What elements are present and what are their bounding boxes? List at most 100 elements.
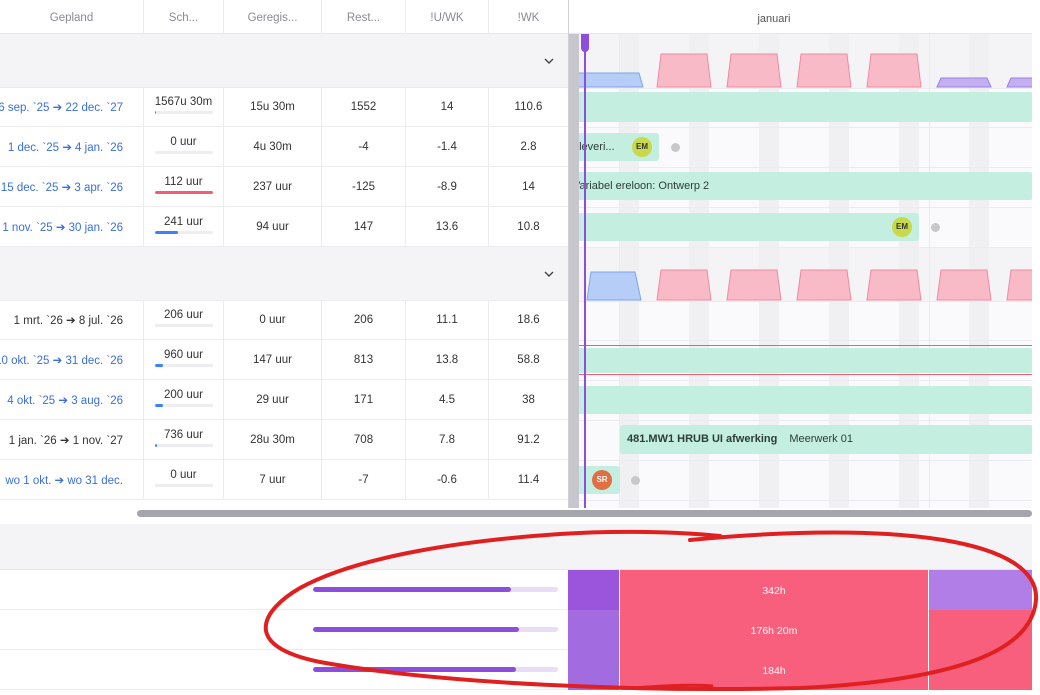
estimate-progress-bar	[154, 150, 213, 154]
month-label: januari	[757, 13, 791, 25]
utilization-progress-bar	[313, 667, 558, 672]
table-row[interactable]: 26 sep. `25 ➔ 22 dec. `27 1567u 30m 15u 30…	[0, 88, 568, 127]
row-divider	[569, 380, 1032, 381]
horizontal-scrollbar[interactable]	[137, 510, 1032, 517]
estimate-cell: 0 uur	[144, 127, 224, 166]
gantt-bar[interactable]	[569, 213, 919, 241]
utilization-progress-fill	[313, 627, 519, 632]
today-line	[584, 34, 586, 508]
remaining-value: -7	[322, 460, 406, 499]
utilization-progress-bar	[313, 627, 558, 632]
avatar[interactable]: EM	[632, 137, 652, 157]
estimate-progress-fill	[154, 403, 164, 407]
column-header-schatting[interactable]: Sch...	[144, 0, 224, 34]
capacity-block-pink	[656, 53, 712, 88]
column-header-gepland[interactable]: Gepland	[0, 0, 144, 34]
chevron-down-icon[interactable]	[544, 269, 554, 279]
table-row[interactable]: 10 okt. `25 ➔ 31 dec. `26 960 uur 147 uur 8…	[0, 340, 568, 380]
capacity-cell-purple[interactable]	[568, 570, 619, 610]
table-row[interactable]: 1 mrt. `26 ➔ 8 jul. `26 206 uur 0 uur 206 11…	[0, 301, 568, 340]
estimate-cell: 112 uur	[144, 167, 224, 206]
table-row[interactable]: wo 1 okt. ➔ wo 31 dec. 0 uur 7 uur -7 -0.6 11…	[0, 460, 568, 500]
capacity-block-pink	[796, 269, 852, 301]
remaining-value: -4	[322, 127, 406, 166]
table-row[interactable]: 1 nov. `25 ➔ 30 jan. `26 241 uur 94 uur 147…	[0, 207, 568, 247]
row-divider	[569, 420, 1032, 421]
avatar[interactable]: SR	[592, 470, 612, 490]
planned-date-range[interactable]: wo 1 okt. ➔ wo 31 dec.	[0, 460, 144, 499]
table-row[interactable]: 15 dec. `25 ➔ 3 apr. `26 112 uur 237 uur -1…	[0, 167, 568, 207]
column-header-geregistreerd[interactable]: Geregis...	[224, 0, 322, 34]
hours-per-week-value: 7.8	[406, 420, 489, 459]
planned-date-range[interactable]: 1 dec. `25 ➔ 4 jan. `26	[0, 127, 144, 166]
row-divider	[569, 127, 1032, 128]
gantt-bar-label: Meerwerk 01	[789, 433, 853, 445]
gantt-bar[interactable]	[569, 348, 1032, 373]
capacity-cell[interactable]: 176h 20m	[619, 610, 928, 650]
column-header-u-per-wk[interactable]: !U/WK	[406, 0, 489, 34]
estimate-value: 206 uur	[163, 309, 203, 321]
remaining-value: 708	[322, 420, 406, 459]
capacity-cell[interactable]: 184h	[619, 650, 928, 690]
capacity-block-blue	[586, 271, 642, 301]
capacity-cell-purple[interactable]	[568, 610, 619, 650]
capacity-hours: 176h 20m	[750, 625, 798, 637]
estimate-progress-fill	[154, 230, 178, 234]
gantt-bar[interactable]	[569, 386, 1032, 414]
chevron-down-icon[interactable]	[544, 56, 554, 66]
registered-value: 7 uur	[224, 460, 322, 499]
summary-row: 176h 20m	[0, 610, 1032, 650]
planned-date-range[interactable]: 1 nov. `25 ➔ 30 jan. `26	[0, 207, 144, 246]
table-row[interactable]: 4 okt. `25 ➔ 3 aug. `26 200 uur 29 uur 171 4…	[0, 380, 568, 420]
table-row[interactable]: 1 jan. `26 ➔ 1 nov. `27 736 uur 28u 30m 708…	[0, 420, 568, 460]
planned-date-range[interactable]: 26 sep. `25 ➔ 22 dec. `27	[0, 88, 144, 126]
weeks-value: 2.8	[520, 140, 537, 153]
group-row[interactable]	[0, 247, 568, 301]
today-marker[interactable]	[581, 34, 589, 52]
gantt-bar[interactable]	[569, 92, 1032, 122]
gantt-bar[interactable]: 481.MW1 HRUB UI afwerking Meerwerk 01	[620, 425, 1032, 454]
planned-date-range[interactable]: 10 okt. `25 ➔ 31 dec. `26	[0, 340, 144, 379]
capacity-block-blue	[569, 72, 644, 88]
avatar[interactable]: EM	[892, 217, 912, 237]
utilization-progress-fill	[313, 587, 512, 592]
remaining-value: -125	[322, 167, 406, 206]
column-header-wk[interactable]: !WK	[489, 0, 568, 34]
estimate-cell: 206 uur	[144, 301, 224, 339]
capacity-shapes-group-2	[586, 269, 1032, 301]
estimate-progress-fill	[154, 190, 213, 194]
capacity-block-pink	[796, 53, 852, 88]
capacity-cell[interactable]: 342h	[619, 570, 928, 610]
registered-value: 4u 30m	[224, 127, 322, 166]
estimate-progress-fill	[154, 111, 156, 114]
gantt-bar-label: Variabel ereloon: Ontwerp 2	[573, 180, 710, 192]
registered-value: 15u 30m	[224, 88, 322, 126]
weeks-value: 91.2	[517, 433, 540, 446]
group-row[interactable]	[0, 34, 568, 88]
gantt-bar[interactable]: Variabel ereloon: Ontwerp 2	[569, 172, 1032, 200]
capacity-cell[interactable]	[928, 650, 1032, 690]
capacity-cell-purple[interactable]	[568, 650, 619, 690]
gantt-bar-label: pleveri...	[573, 141, 615, 153]
capacity-cell[interactable]	[928, 610, 1032, 650]
planned-date-range[interactable]: 4 okt. `25 ➔ 3 aug. `26	[0, 380, 144, 419]
estimate-progress-bar	[154, 111, 213, 114]
capacity-cell[interactable]	[928, 570, 1032, 610]
capacity-block-pink	[1006, 269, 1032, 301]
overload-line	[569, 374, 1032, 375]
registered-value: 28u 30m	[224, 420, 322, 459]
capacity-block-pink	[656, 269, 712, 301]
estimate-cell: 200 uur	[144, 380, 224, 419]
weeks-value: 58.8	[517, 353, 540, 366]
estimate-progress-fill	[154, 443, 157, 447]
table-row[interactable]: 1 dec. `25 ➔ 4 jan. `26 0 uur 4u 30m -4 -1.4…	[0, 127, 568, 167]
hours-per-week-value: 11.1	[406, 301, 489, 339]
column-header-rest[interactable]: Rest...	[322, 0, 406, 34]
capacity-shapes-group-1	[569, 53, 1032, 88]
weeks-value: 11.4	[517, 473, 540, 486]
status-dot	[631, 476, 640, 485]
estimate-value: 0 uur	[170, 468, 197, 481]
row-divider	[569, 500, 1032, 501]
registered-value: 0 uur	[224, 301, 322, 339]
planned-date-range[interactable]: 15 dec. `25 ➔ 3 apr. `26	[0, 167, 144, 206]
